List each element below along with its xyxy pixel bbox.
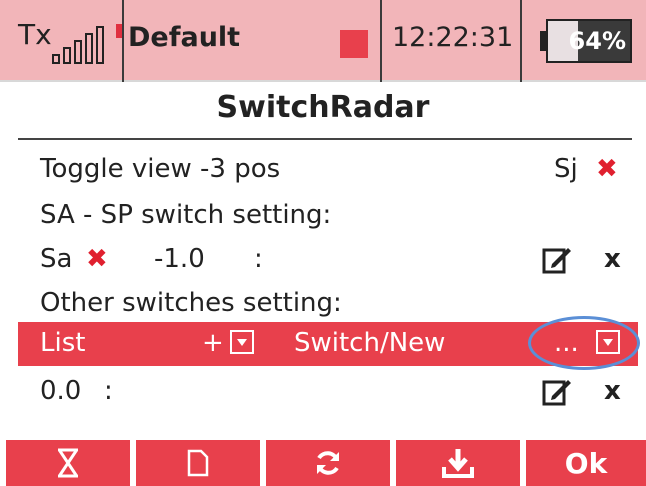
sa-sp-header: SA - SP switch setting: — [18, 196, 632, 236]
delete-button[interactable]: x — [604, 244, 621, 274]
refresh-icon — [317, 451, 339, 475]
clock: 12:22:31 — [392, 22, 514, 53]
x-mark-icon: ✖ — [86, 244, 108, 274]
battery-percent: 64% — [568, 27, 626, 55]
page-title: SwitchRadar — [216, 90, 430, 125]
refresh-button[interactable] — [266, 440, 390, 486]
hourglass-icon — [58, 448, 78, 478]
list-dropdown-icon[interactable] — [230, 330, 254, 354]
bottom-toolbar: Ok — [0, 440, 646, 486]
edit-icon[interactable] — [542, 376, 572, 406]
ok-label: Ok — [564, 446, 608, 480]
entry-value[interactable]: 0.0 — [40, 376, 81, 406]
download-icon — [442, 449, 474, 478]
title-divider — [18, 138, 632, 140]
other-switches-header: Other switches setting: — [18, 284, 632, 324]
sa-sp-header-label: SA - SP switch setting: — [40, 200, 332, 230]
download-button[interactable] — [396, 440, 520, 486]
model-name: Default — [128, 22, 241, 53]
battery-icon: 64% — [540, 19, 632, 63]
status-separator — [520, 0, 522, 82]
new-page-icon — [187, 449, 209, 477]
new-button[interactable] — [136, 440, 260, 486]
value-entry-row[interactable]: 0.0 : x — [18, 372, 632, 412]
entry-colon: : — [104, 376, 113, 406]
delete-button[interactable]: x — [604, 376, 621, 406]
ok-button[interactable]: Ok — [526, 440, 646, 486]
record-indicator-icon — [340, 30, 368, 58]
tx-label: Tx — [18, 18, 52, 51]
switch-new-selector[interactable]: Switch/New — [294, 328, 445, 358]
toggle-view-row[interactable]: Toggle view -3 pos Sj ✖ — [18, 150, 632, 190]
toggle-view-switch[interactable]: Sj — [554, 154, 578, 184]
toggle-view-label: Toggle view -3 pos — [40, 154, 281, 184]
sa-value[interactable]: -1.0 — [154, 244, 205, 274]
list-selector[interactable]: List — [40, 328, 85, 358]
status-separator — [122, 0, 124, 82]
other-switches-label: Other switches setting: — [40, 288, 342, 318]
sa-entry-row[interactable]: Sa ✖ -1.0 : x — [18, 240, 632, 280]
highlight-circle — [528, 316, 640, 370]
plus-sign: + — [202, 328, 224, 358]
sa-switch[interactable]: Sa — [40, 244, 72, 274]
signal-strength-icon — [52, 20, 122, 64]
timer-button[interactable] — [6, 440, 130, 486]
x-mark-icon: ✖ — [596, 154, 618, 184]
sa-colon: : — [254, 244, 263, 274]
status-separator — [380, 0, 382, 82]
status-bar: Tx Default 12:22:31 64% — [0, 0, 646, 82]
edit-icon[interactable] — [542, 244, 572, 274]
